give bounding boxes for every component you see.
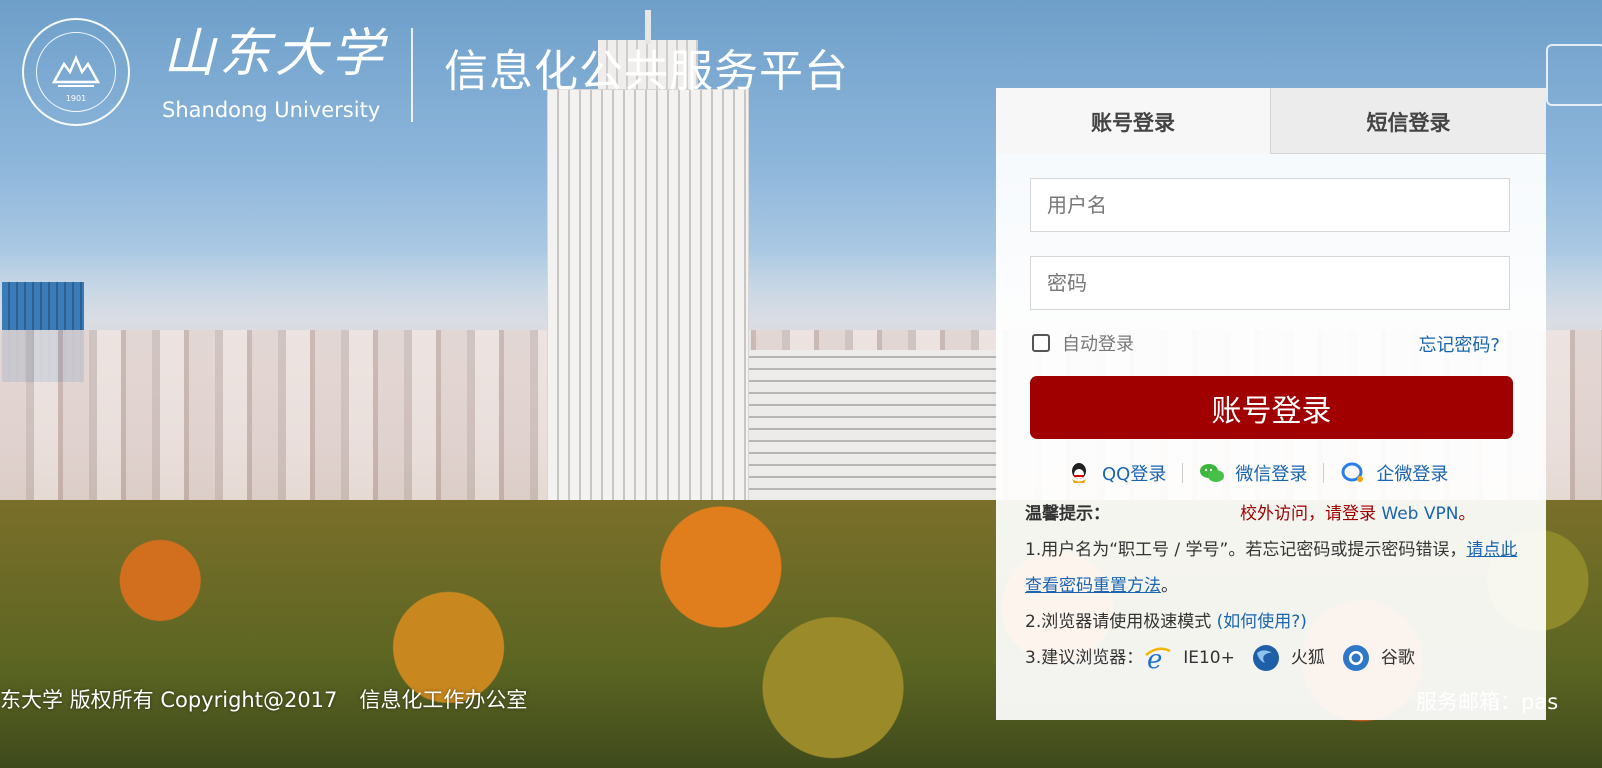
wechat-login-button[interactable]: 微信登录 (1199, 460, 1307, 486)
login-tabs: 账号登录 短信登录 (996, 88, 1546, 154)
wechat-login-label: 微信登录 (1235, 464, 1308, 485)
browser-label: 3.建议浏览器： (1025, 648, 1144, 668)
vpn-suffix: 。 (1458, 504, 1476, 524)
header-divider (411, 28, 413, 122)
footer-copyright: 东大学 版权所有 Copyright@2017 信息化工作办公室 (0, 684, 527, 714)
footer-email: 服务邮箱：pas (1416, 690, 1559, 714)
browser-ie: e IE10+ (1143, 640, 1235, 676)
wecom-login-label: 企微登录 (1376, 464, 1449, 485)
qq-icon (1072, 463, 1086, 483)
header: 1901 山东大学 Shandong University 信息化公共服务平台 (0, 0, 900, 130)
separator (1182, 463, 1184, 483)
vpn-notice: 校外访问，请登录 (1240, 504, 1376, 524)
university-name-cn: 山东大学 (163, 24, 388, 84)
seal-year: 1901 (65, 94, 87, 103)
ie-icon: e (1145, 645, 1171, 673)
auto-login-label: 自动登录 (1062, 334, 1134, 355)
username-input[interactable] (1030, 178, 1510, 232)
alt-login-options: QQ登录 微信登录 企微登录 (1066, 458, 1448, 488)
password-input[interactable] (1030, 256, 1510, 310)
tips-heading: 温馨提示： (1025, 504, 1110, 524)
tip-line-3: 3.建议浏览器： e IE10+ 火狐 谷歌 (1025, 640, 1525, 676)
platform-title: 信息化公共服务平台 (444, 46, 849, 97)
university-seal-logo: 1901 (22, 18, 130, 126)
chrome-icon (1342, 645, 1369, 671)
copyright-text: 东大学 版权所有 Copyright@2017 (0, 688, 338, 712)
qq-login-label: QQ登录 (1102, 464, 1167, 485)
browser-ie-label: IE10+ (1183, 648, 1235, 668)
browser-firefox-label: 火狐 (1290, 648, 1325, 668)
qq-login-button[interactable]: QQ登录 (1066, 460, 1166, 486)
tips-section: 温馨提示： 校外访问，请登录 Web VPN。 1.用户名为“职工号 / 学号”。… (1025, 496, 1525, 676)
offscreen-widget (1546, 44, 1602, 106)
office-text: 信息化工作办公室 (359, 688, 528, 712)
main-tower (548, 90, 748, 530)
separator (1323, 463, 1325, 483)
tip-1-end: 。 (1161, 576, 1178, 596)
tip-line-1: 1.用户名为“职工号 / 学号”。若忘记密码或提示密码错误，请点此查看密码重置方… (1025, 532, 1525, 604)
browser-chrome: 谷歌 (1341, 640, 1415, 676)
wecom-icon (1341, 462, 1364, 482)
tab-sms-login[interactable]: 短信登录 (1270, 88, 1546, 154)
wecom-login-button[interactable]: 企微登录 (1340, 460, 1448, 486)
forgot-password-link[interactable]: 忘记密码? (1418, 331, 1500, 357)
firefox-icon (1252, 645, 1279, 671)
auto-login-checkbox[interactable] (1032, 334, 1050, 352)
tab-account-login[interactable]: 账号登录 (996, 88, 1270, 154)
auto-login-option[interactable]: 自动登录 (1032, 330, 1134, 356)
web-vpn-link[interactable]: Web VPN (1376, 504, 1458, 524)
login-submit-button[interactable]: 账号登录 (1030, 376, 1513, 439)
browser-firefox: 火狐 (1251, 640, 1325, 676)
white-building (748, 350, 998, 500)
tip-1-text: 1.用户名为“职工号 / 学号”。若忘记密码或提示密码错误， (1025, 540, 1467, 560)
browser-chrome-label: 谷歌 (1380, 648, 1415, 668)
tips-header-row: 温馨提示： 校外访问，请登录 Web VPN。 (1025, 496, 1525, 532)
login-panel: 账号登录 短信登录 自动登录 忘记密码? 账号登录 QQ登录 微信登录 (996, 88, 1546, 720)
tip-2-text: 2.浏览器请使用极速模式 (1025, 612, 1217, 632)
wechat-icon (1200, 464, 1225, 482)
university-name-en: Shandong University (162, 98, 381, 122)
how-to-use-link[interactable]: (如何使用?) (1217, 612, 1307, 632)
tip-line-2: 2.浏览器请使用极速模式 (如何使用?) (1025, 604, 1525, 640)
